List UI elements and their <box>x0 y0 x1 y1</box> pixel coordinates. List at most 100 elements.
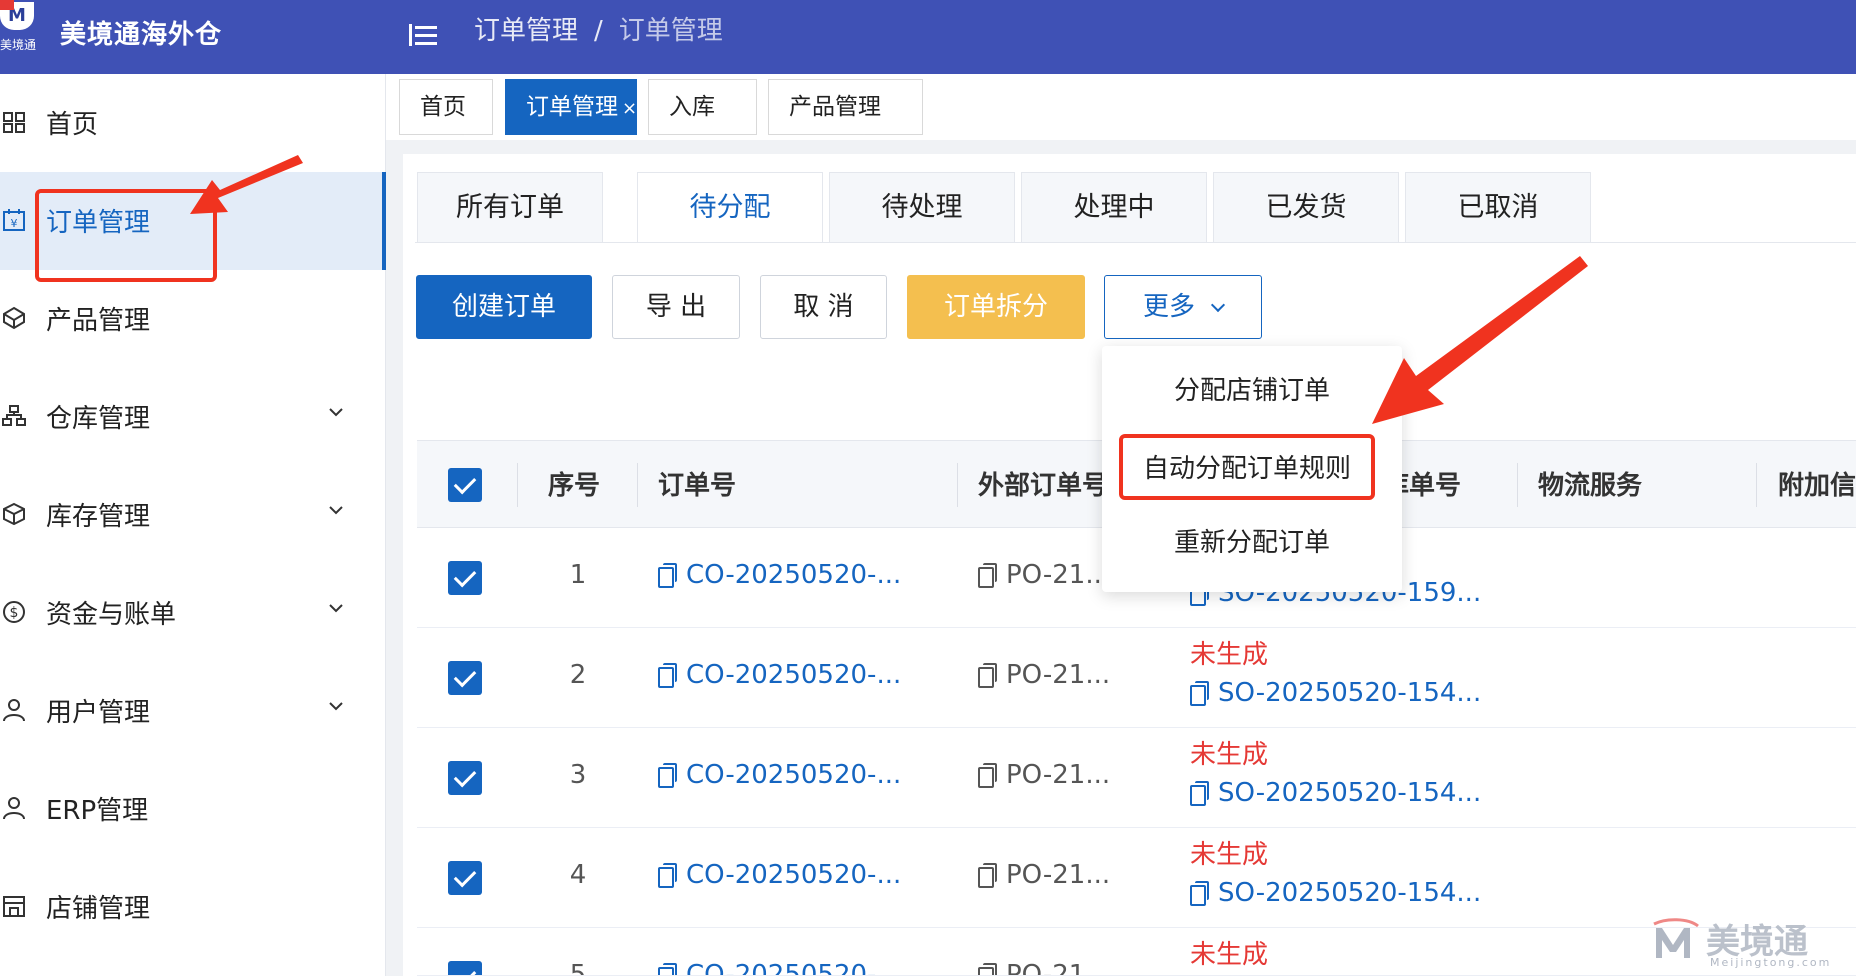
cancel-button[interactable]: 取 消 <box>760 275 887 339</box>
close-icon[interactable]: × <box>622 98 637 119</box>
sidebar-item-users[interactable]: 用户管理 <box>0 662 386 760</box>
external-no: PO-21... <box>978 960 1110 975</box>
tab-cancelled[interactable]: 已取消 <box>1405 172 1591 242</box>
tab-processing[interactable]: 处理中 <box>1021 172 1207 242</box>
copy-icon[interactable] <box>1190 881 1209 906</box>
logo-mark-icon: M <box>0 0 34 30</box>
sidebar-item-inventory[interactable]: 库存管理 <box>0 466 386 564</box>
outbound-no-link[interactable]: SO-20250520-154... <box>1190 878 1481 908</box>
app-logo[interactable]: M 美境通 <box>0 0 40 56</box>
row-seq: 4 <box>569 860 587 890</box>
outbound-status: 未生成 <box>1190 940 1269 970</box>
copy-icon[interactable] <box>658 663 677 688</box>
tab-pending-process[interactable]: 待处理 <box>829 172 1015 242</box>
order-no-link[interactable]: CO-20250520-... <box>658 660 901 690</box>
chevron-down-icon[interactable] <box>326 402 346 422</box>
row-seq: 1 <box>569 560 587 590</box>
table-row[interactable]: 3 CO-20250520-... PO-21... 未生成 SO-202505… <box>417 728 1856 828</box>
copy-icon[interactable] <box>1190 781 1209 806</box>
page-tab-home[interactable]: 首页 <box>399 79 493 135</box>
annotation-highlight-box <box>35 189 217 282</box>
sidebar-item-finance[interactable]: $ 资金与账单 <box>0 564 386 662</box>
sidebar-item-warehouse[interactable]: 仓库管理 <box>0 368 386 466</box>
app-title: 美境通海外仓 <box>60 20 223 50</box>
row-checkbox[interactable] <box>448 861 482 895</box>
copy-icon[interactable] <box>978 863 997 888</box>
tab-shipped[interactable]: 已发货 <box>1213 172 1399 242</box>
sidebar-item-home[interactable]: 首页 <box>0 74 386 172</box>
column-divider <box>957 463 958 507</box>
select-all-checkbox[interactable] <box>448 468 482 502</box>
chevron-down-icon[interactable] <box>326 598 346 618</box>
copy-icon[interactable] <box>658 963 677 975</box>
breadcrumb: 订单管理 / 订单管理 <box>474 16 723 46</box>
external-no: PO-21... <box>978 660 1110 690</box>
copy-icon[interactable] <box>978 963 997 975</box>
copy-icon[interactable] <box>978 763 997 788</box>
sidebar-item-stores[interactable]: 店铺管理 <box>0 858 386 956</box>
menu-item-auto-assign-rules[interactable]: 自动分配订单规则 <box>1119 434 1375 500</box>
inventory-icon <box>3 502 25 526</box>
page-tab-products[interactable]: 产品管理 <box>768 79 923 135</box>
menu-item-assign-store-orders[interactable]: 分配店铺订单 <box>1102 356 1402 426</box>
sidebar-item-label: ERP管理 <box>46 796 149 826</box>
table-row[interactable]: 4 CO-20250520-... PO-21... 未生成 SO-202505… <box>417 828 1856 928</box>
order-no: CO-20250520-... <box>686 760 902 790</box>
external-no: PO-21... <box>978 760 1110 790</box>
order-no-link[interactable]: CO-20250520-... <box>658 860 901 890</box>
sidebar-item-label: 资金与账单 <box>46 600 177 630</box>
copy-icon[interactable] <box>1190 681 1209 706</box>
tab-pending-assign[interactable]: 待分配 <box>637 172 823 242</box>
table-row[interactable]: 5 CO-20250520-... PO-21... 未生成 <box>417 928 1856 976</box>
order-no-link[interactable]: CO-20250520-... <box>658 960 901 975</box>
table-row[interactable]: 2 CO-20250520-... PO-21... 未生成 SO-202505… <box>417 628 1856 728</box>
chevron-down-icon[interactable] <box>326 500 346 520</box>
column-divider <box>1756 463 1757 507</box>
row-checkbox[interactable] <box>448 661 482 695</box>
chevron-down-icon[interactable] <box>326 696 346 716</box>
outbound-no: SO-20250520-154... <box>1218 778 1482 808</box>
page-tab-inbound[interactable]: 入库 <box>648 79 757 135</box>
menu-item-reassign-orders[interactable]: 重新分配订单 <box>1102 508 1402 578</box>
row-checkbox[interactable] <box>448 961 482 975</box>
brand-watermark: 美境通 Meijingtong.com <box>1652 914 1852 974</box>
more-dropdown-menu: 分配店铺订单 自动分配订单规则 重新分配订单 <box>1102 346 1402 592</box>
sidebar-item-products[interactable]: 产品管理 <box>0 270 386 368</box>
outbound-no-link[interactable]: SO-20250520-154... <box>1190 778 1481 808</box>
row-seq: 5 <box>569 960 587 976</box>
copy-icon[interactable] <box>658 563 677 588</box>
column-divider <box>517 463 518 507</box>
create-order-button[interactable]: 创建订单 <box>416 275 592 339</box>
export-button[interactable]: 导 出 <box>612 275 740 339</box>
split-order-button[interactable]: 订单拆分 <box>907 275 1085 339</box>
copy-icon[interactable] <box>978 663 997 688</box>
sidebar-item-erp[interactable]: ERP管理 <box>0 760 386 858</box>
row-checkbox[interactable] <box>448 561 482 595</box>
copy-icon[interactable] <box>978 563 997 588</box>
order-no: CO-20250520-... <box>686 560 902 590</box>
outbound-no: SO-20250520-154... <box>1218 678 1482 708</box>
order-icon: ¥ <box>3 209 25 231</box>
page-tab-label: 订单管理 <box>526 94 618 120</box>
menu-toggle-icon[interactable] <box>405 18 439 52</box>
tab-divider <box>415 242 1856 243</box>
page-tab-orders[interactable]: 订单管理 × <box>505 79 637 135</box>
order-no-link[interactable]: CO-20250520-... <box>658 760 901 790</box>
main-content: 所有订单 待分配 待处理 处理中 已发货 已取消 创建订单 导 出 取 消 订单… <box>403 154 1856 976</box>
outbound-no-link[interactable]: SO-20250520-154... <box>1190 678 1481 708</box>
page-tab-label: 入库 <box>669 94 715 120</box>
copy-icon[interactable] <box>658 863 677 888</box>
warehouse-icon <box>2 405 26 426</box>
order-no: CO-20250520-... <box>686 660 902 690</box>
outbound-no: SO-20250520-154... <box>1218 878 1482 908</box>
chevron-down-icon <box>1210 297 1226 313</box>
row-checkbox[interactable] <box>448 761 482 795</box>
tab-all-orders[interactable]: 所有订单 <box>417 172 603 242</box>
external-no-text: PO-21... <box>1006 860 1111 890</box>
order-no-link[interactable]: CO-20250520-... <box>658 560 901 590</box>
sidebar-item-label: 库存管理 <box>46 502 151 532</box>
breadcrumb-item[interactable]: 订单管理 <box>474 16 578 46</box>
copy-icon[interactable] <box>658 763 677 788</box>
more-button[interactable]: 更多 <box>1104 275 1262 339</box>
page-tab-label: 产品管理 <box>789 94 881 120</box>
